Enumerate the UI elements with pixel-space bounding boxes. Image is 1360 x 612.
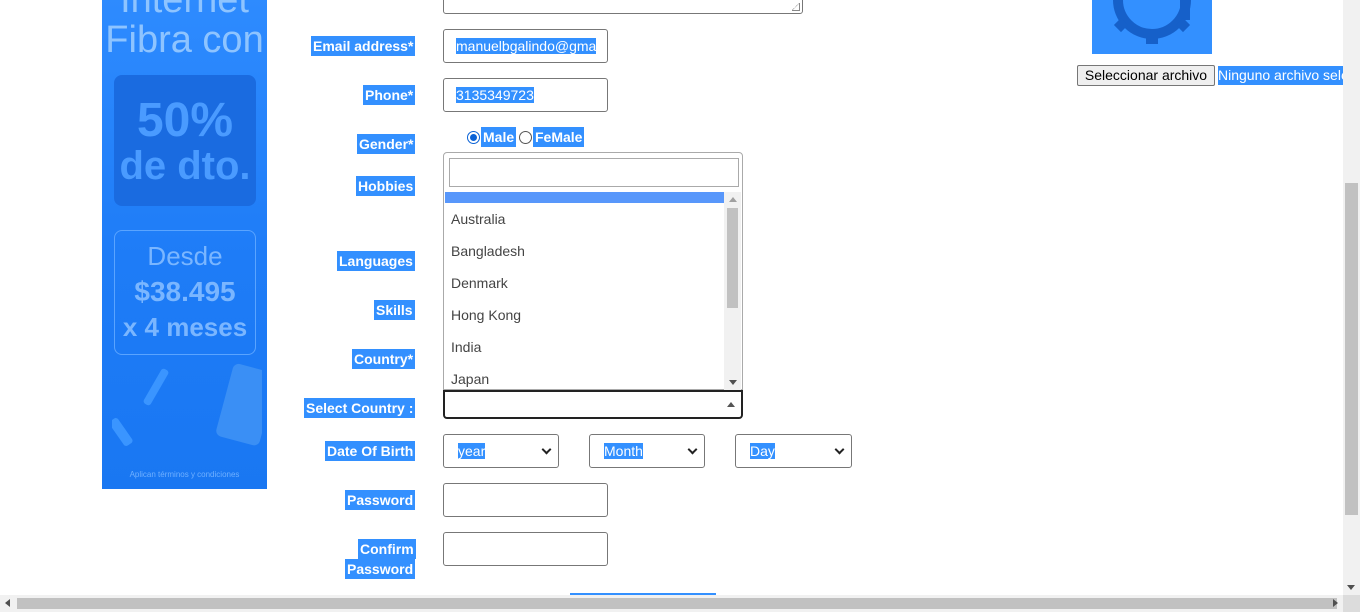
country-option-bangladesh[interactable]: Bangladesh — [451, 235, 525, 267]
dob-month-select[interactable]: Month — [589, 434, 705, 468]
phone-value: 3135349723 — [456, 87, 534, 103]
gender-male-radio[interactable] — [467, 131, 480, 144]
skills-label: Skills — [374, 300, 415, 320]
password-label: Password — [345, 490, 416, 510]
horizontal-scrollbar[interactable] — [0, 595, 1343, 612]
country-search-input[interactable] — [449, 158, 739, 187]
confirm-password-label-2: Password — [345, 559, 416, 579]
resize-grip-icon[interactable] — [792, 3, 800, 11]
file-status-text: Ninguno archivo seleccionado — [1218, 66, 1344, 85]
country-option-hong-kong[interactable]: Hong Kong — [451, 299, 521, 331]
country-option-japan[interactable]: Japan — [451, 363, 489, 390]
phone-field[interactable]: 3135349723 — [443, 78, 608, 112]
country-dropdown[interactable]: Australia Bangladesh Denmark Hong Kong I… — [443, 152, 743, 390]
vertical-scrollbar[interactable] — [1343, 0, 1360, 595]
ad-footnote: Aplican términos y condiciones — [129, 470, 240, 479]
ad-price-1: Desde — [147, 241, 223, 271]
address-textarea[interactable] — [443, 0, 803, 14]
gender-female-label[interactable]: FeMale — [533, 127, 585, 147]
gear-icon — [1113, 0, 1191, 44]
scroll-up-arrow-icon[interactable] — [729, 197, 737, 202]
highlighted-option[interactable] — [445, 192, 725, 203]
caret-up-icon — [727, 402, 735, 407]
ad-headline-1: Internet — [120, 0, 249, 21]
chevron-down-icon — [834, 444, 845, 455]
scroll-left-arrow-icon[interactable] — [5, 599, 10, 607]
email-field[interactable]: manuelbgalindo@gma — [443, 29, 608, 63]
ad-discount-1: 50% — [136, 94, 234, 147]
gender-male-label[interactable]: Male — [481, 127, 517, 147]
ad-banner[interactable]: Internet Fibra con 50% de dto. Desde $38… — [102, 0, 267, 489]
languages-label: Languages — [337, 251, 415, 271]
dob-day-value: Day — [750, 443, 775, 459]
choose-file-button[interactable]: Seleccionar archivo — [1077, 65, 1215, 86]
ad-price-3: x 4 meses — [122, 312, 248, 342]
ad-price-box: Desde $38.495 x 4 meses — [114, 230, 256, 355]
scroll-right-arrow-icon[interactable] — [1333, 599, 1338, 607]
country-option-australia[interactable]: Australia — [451, 203, 505, 235]
scroll-down-arrow-icon[interactable] — [729, 380, 737, 385]
gender-label: Gender* — [357, 134, 416, 154]
select-country-label: Select Country : — [304, 398, 416, 418]
confirm-password-field[interactable] — [443, 532, 608, 566]
dropdown-scrollbar[interactable] — [724, 192, 741, 390]
chevron-down-icon — [541, 444, 552, 455]
dropdown-scroll-thumb[interactable] — [727, 208, 738, 308]
email-label: Email address* — [311, 36, 416, 56]
ad-keyboard-pen-icon — [112, 363, 262, 446]
ad-discount-box: 50% de dto. — [114, 75, 256, 206]
gear-image — [1092, 0, 1212, 54]
scroll-down-arrow-icon[interactable] — [1347, 585, 1355, 590]
dob-month-value: Month — [604, 443, 643, 459]
password-field[interactable] — [443, 483, 608, 517]
country-option-denmark[interactable]: Denmark — [451, 267, 508, 299]
dob-label: Date Of Birth — [325, 441, 416, 461]
vertical-scroll-thumb[interactable] — [1345, 183, 1358, 515]
email-value: manuelbgalindo@gma — [456, 38, 597, 54]
dob-year-select[interactable]: year — [443, 434, 559, 468]
chevron-down-icon — [687, 444, 698, 455]
dob-year-value: year — [458, 443, 486, 459]
country-options-list[interactable]: Australia Bangladesh Denmark Hong Kong I… — [445, 192, 725, 390]
confirm-password-label-1: Confirm — [358, 539, 416, 559]
ad-price-2: $38.495 — [134, 276, 236, 307]
phone-label: Phone* — [363, 85, 416, 105]
select-country-combobox[interactable] — [443, 390, 743, 419]
country-option-india[interactable]: India — [451, 331, 481, 363]
ad-discount-2: de dto. — [119, 144, 251, 188]
country-label: Country* — [352, 349, 416, 369]
gender-female-radio[interactable] — [519, 131, 532, 144]
ad-headline-2: Fibra con — [105, 19, 264, 61]
horizontal-scroll-thumb[interactable] — [17, 598, 1337, 609]
scrollbar-corner — [1343, 595, 1360, 612]
hobbies-label: Hobbies — [356, 176, 416, 196]
dob-day-select[interactable]: Day — [735, 434, 852, 468]
